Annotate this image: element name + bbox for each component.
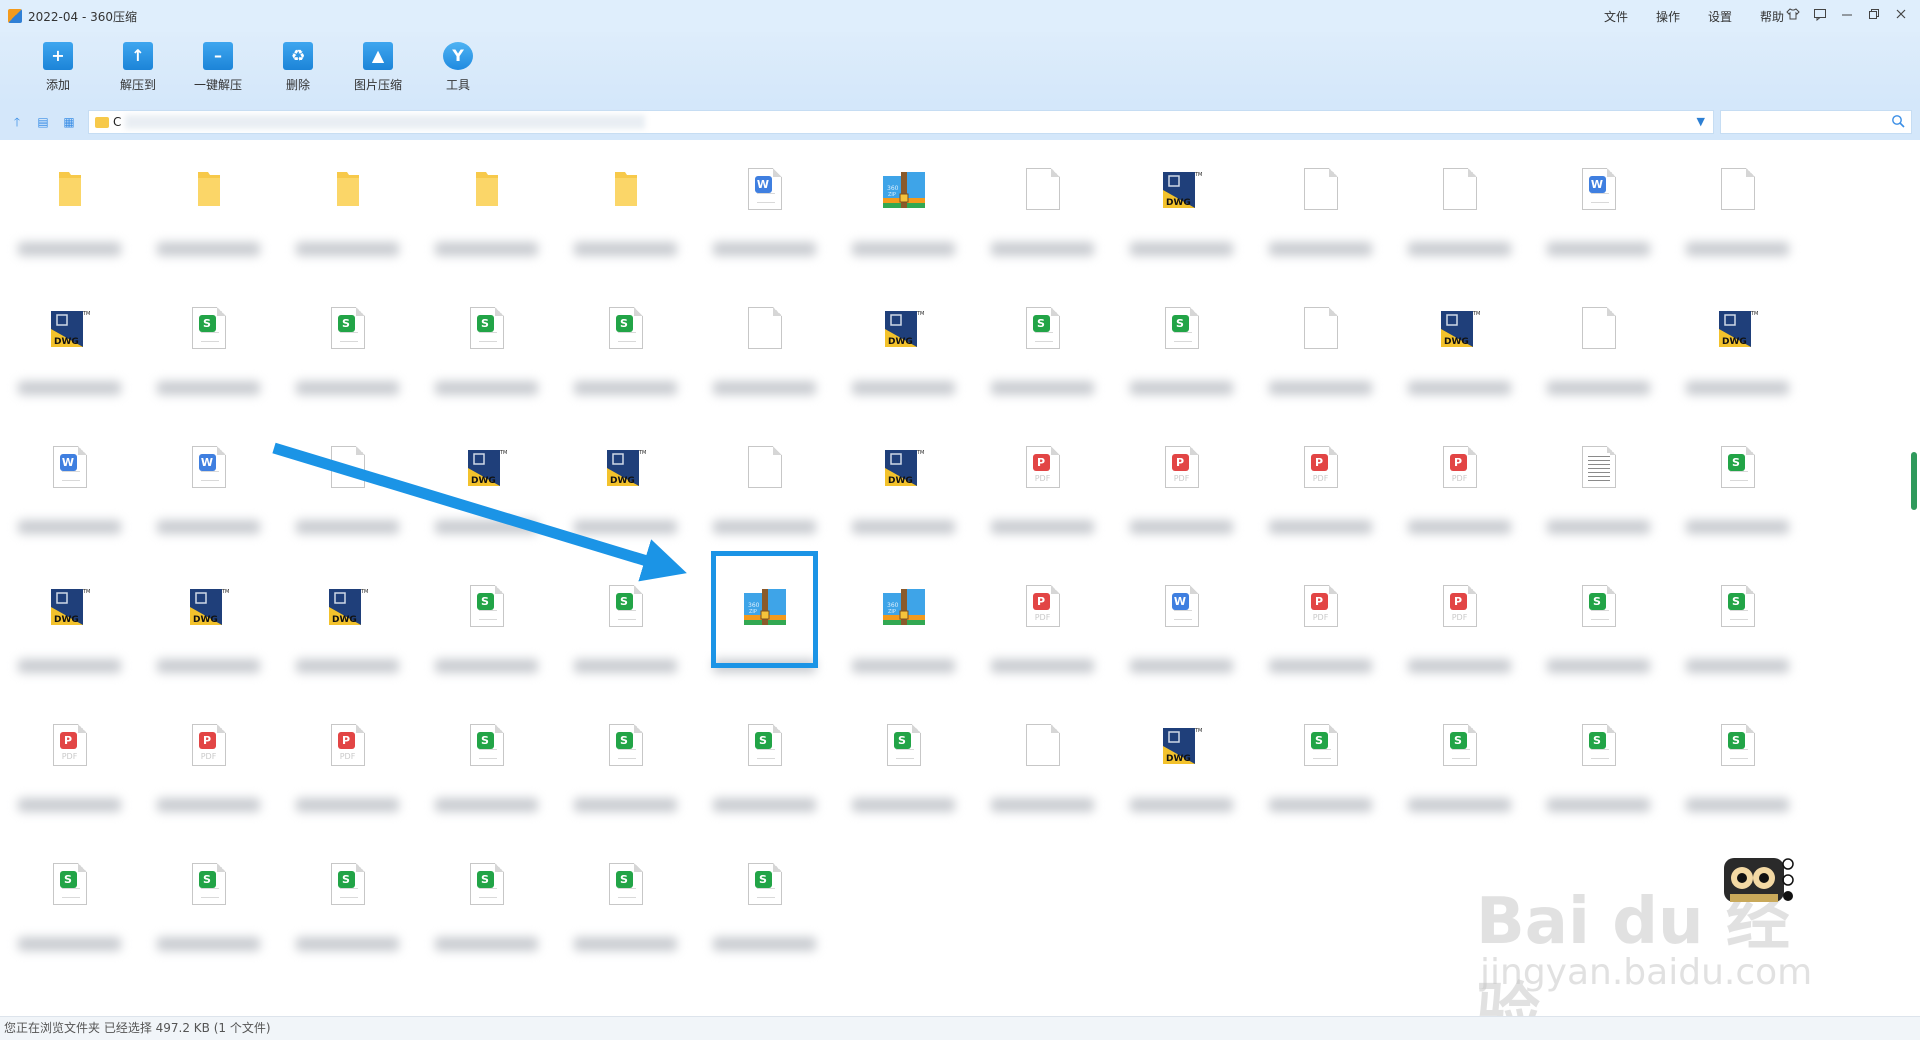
mascot-icon: [1724, 858, 1794, 902]
status-bar: 您正在浏览文件夹 已经选择 497.2 KB (1 个文件): [0, 1016, 1920, 1040]
vertical-scrollbar[interactable]: [1908, 140, 1920, 1016]
watermark-url: jingyan.baidu.com: [1480, 952, 1813, 993]
baidu-watermark: Bai du 经验 jingyan.baidu.com: [1470, 830, 1830, 1040]
app-window: 2022-04 - 360压缩 文件 操作 设置 帮助 + 添加 ↑ 解压到 –…: [0, 0, 1920, 1040]
scroll-thumb[interactable]: [1911, 452, 1917, 510]
